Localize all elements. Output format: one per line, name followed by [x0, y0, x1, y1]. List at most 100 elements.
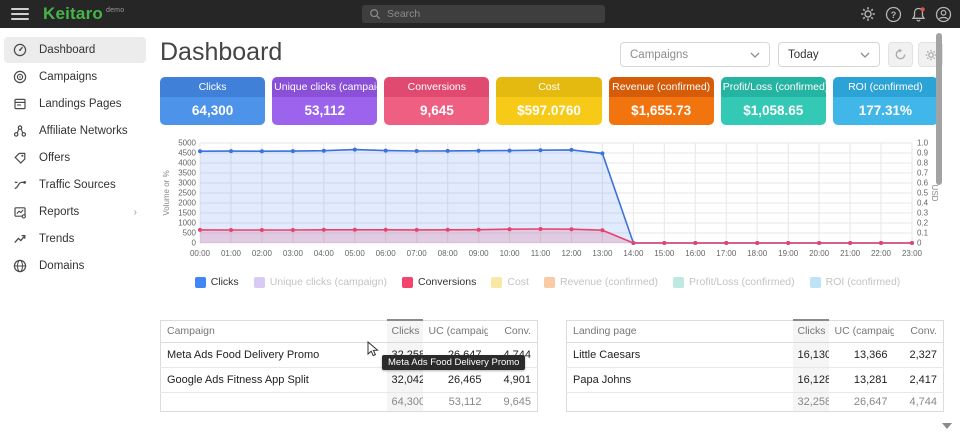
svg-text:3500: 3500: [178, 169, 196, 178]
legend-item-profit-loss-confirmed[interactable]: Profit/Loss (confirmed): [673, 276, 795, 288]
legend-label: Conversions: [418, 276, 476, 288]
sidebar-item-traffic-sources[interactable]: Traffic Sources: [4, 172, 146, 198]
legend-swatch: [195, 277, 206, 288]
svg-text:0.9: 0.9: [917, 149, 929, 158]
totals-cell: 32,258: [793, 392, 829, 411]
stat-card-profit-loss-confirmed[interactable]: Profit/Loss (confirmed)$1,058.65: [721, 77, 826, 125]
svg-text:0.3: 0.3: [917, 209, 929, 218]
row-tooltip: Meta Ads Food Delivery Promo: [382, 355, 525, 370]
campaigns-filter-select[interactable]: Campaigns: [620, 42, 770, 67]
column-header-uc-campaign[interactable]: UC (campaign): [423, 320, 488, 342]
column-header-clicks[interactable]: Clicks: [793, 320, 829, 342]
legend-item-unique-clicks-campaign[interactable]: Unique clicks (campaign): [254, 276, 387, 288]
legend-swatch: [544, 277, 555, 288]
sidebar-item-affiliate-networks[interactable]: Affiliate Networks: [4, 118, 146, 144]
row-name-cell[interactable]: Meta Ads Food Delivery Promo: [161, 342, 387, 367]
scrollbar-thumb[interactable]: [936, 33, 942, 185]
sidebar-item-offers[interactable]: Offers: [4, 145, 146, 171]
sidebar-item-reports[interactable]: Reports›: [4, 199, 146, 225]
stat-card-conversions[interactable]: Conversions9,645: [384, 77, 489, 125]
table-totals-row: 64,30053,1129,645: [161, 392, 538, 411]
column-header-conv[interactable]: Conv.: [894, 320, 944, 342]
row-value-cell: 16,128: [793, 367, 829, 392]
logo-demo-badge: demo: [106, 7, 124, 14]
legend-label: Clicks: [211, 276, 239, 288]
svg-text:?: ?: [890, 10, 896, 20]
date-range-select[interactable]: Today: [778, 42, 880, 67]
search-bar[interactable]: [362, 5, 605, 23]
search-input[interactable]: [387, 8, 587, 20]
settings-gear-icon[interactable]: [859, 5, 877, 23]
topbar: Keitarodemo ?: [0, 0, 960, 28]
svg-text:4500: 4500: [178, 149, 196, 158]
svg-text:04:00: 04:00: [314, 249, 335, 258]
svg-text:17:00: 17:00: [716, 249, 737, 258]
column-header-campaign[interactable]: Campaign: [161, 320, 387, 342]
row-name-cell[interactable]: Papa Johns: [567, 367, 793, 392]
legend-item-cost[interactable]: Cost: [491, 276, 529, 288]
stat-card-roi-confirmed[interactable]: ROI (confirmed)177.31%: [833, 77, 938, 125]
column-header-conv[interactable]: Conv.: [488, 320, 538, 342]
sidebar: DashboardCampaignsLandings PagesAffiliat…: [0, 28, 150, 432]
stat-card-unique-clicks-campaign[interactable]: Unique clicks (campaign)53,112: [272, 77, 377, 125]
sidebar-item-dashboard[interactable]: Dashboard: [4, 37, 146, 63]
scroll-down-arrow[interactable]: [942, 423, 952, 429]
gear-icon: [925, 49, 937, 61]
table-row[interactable]: Papa Johns16,12813,2812,417: [567, 367, 944, 392]
table-row[interactable]: Google Ads Fitness App Split32,04226,465…: [161, 367, 538, 392]
row-name-cell[interactable]: Google Ads Fitness App Split: [161, 367, 387, 392]
notifications-bell-icon[interactable]: [909, 5, 927, 23]
svg-text:0: 0: [192, 239, 197, 248]
svg-text:1500: 1500: [178, 209, 196, 218]
stat-card-value: 9,645: [384, 97, 489, 125]
svg-text:4000: 4000: [178, 159, 196, 168]
stat-card-cost[interactable]: Cost$597.0760: [496, 77, 601, 125]
help-icon[interactable]: ?: [884, 5, 902, 23]
svg-text:1000: 1000: [178, 219, 196, 228]
svg-text:02:00: 02:00: [252, 249, 273, 258]
stat-card-revenue-confirmed[interactable]: Revenue (confirmed)$1,655.73: [609, 77, 714, 125]
legend-label: Cost: [507, 276, 529, 288]
row-value-cell: 2,417: [894, 367, 944, 392]
row-name-cell[interactable]: Little Caesars: [567, 342, 793, 367]
legend-item-revenue-confirmed[interactable]: Revenue (confirmed): [544, 276, 658, 288]
column-header-clicks[interactable]: Clicks: [387, 320, 423, 342]
y-axis-right-title: USD: [930, 185, 938, 202]
sidebar-item-domains[interactable]: Domains: [4, 253, 146, 279]
stat-card-label: Conversions: [384, 77, 489, 97]
stat-card-clicks[interactable]: Clicks64,300: [160, 77, 265, 125]
sidebar-item-trends[interactable]: Trends: [4, 226, 146, 252]
svg-text:0.1: 0.1: [917, 229, 929, 238]
svg-text:18:00: 18:00: [747, 249, 768, 258]
account-avatar-icon[interactable]: [934, 5, 952, 23]
svg-text:0.4: 0.4: [917, 199, 929, 208]
refresh-button[interactable]: [888, 42, 913, 67]
table-row[interactable]: Little Caesars16,13013,3662,327: [567, 342, 944, 367]
tag-icon: [13, 151, 28, 166]
svg-text:00:00: 00:00: [190, 249, 211, 258]
svg-text:14:00: 14:00: [623, 249, 644, 258]
column-header-landing-page[interactable]: Landing page: [567, 320, 793, 342]
page-icon: [13, 97, 28, 112]
legend-item-roi-confirmed[interactable]: ROI (confirmed): [810, 276, 901, 288]
chevron-down-icon: [750, 52, 760, 58]
sidebar-item-campaigns[interactable]: Campaigns: [4, 64, 146, 90]
table-totals-row: 32,25826,6474,744: [567, 392, 944, 411]
svg-text:21:00: 21:00: [840, 249, 861, 258]
hamburger-menu-icon[interactable]: [11, 8, 29, 20]
svg-text:0.8: 0.8: [917, 159, 929, 168]
legend-swatch: [673, 277, 684, 288]
legend-item-clicks[interactable]: Clicks: [195, 276, 239, 288]
stat-card-value: 64,300: [160, 97, 265, 125]
svg-text:12:00: 12:00: [561, 249, 582, 258]
y-axis-left-title: Volume or %: [162, 170, 171, 215]
legend-label: ROI (confirmed): [826, 276, 901, 288]
stat-card-label: Clicks: [160, 77, 265, 97]
legend-swatch: [810, 277, 821, 288]
row-value-cell: 16,130: [793, 342, 829, 367]
column-header-uc-campaign[interactable]: UC (campaign): [829, 320, 894, 342]
legend-item-conversions[interactable]: Conversions: [402, 276, 476, 288]
app-logo[interactable]: Keitarodemo: [43, 4, 124, 24]
stat-card-label: Revenue (confirmed): [609, 77, 714, 97]
sidebar-item-landings-pages[interactable]: Landings Pages: [4, 91, 146, 117]
